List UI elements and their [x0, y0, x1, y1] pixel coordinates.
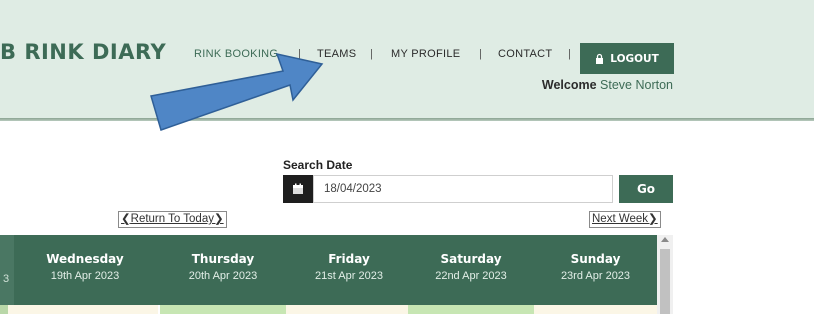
- day-name: Wednesday: [46, 252, 124, 266]
- day-date: 20th Apr 2023: [188, 270, 258, 282]
- day-column-partial: 3: [0, 235, 14, 305]
- nav-item-teams[interactable]: TEAMS: [317, 47, 356, 61]
- lock-icon: [596, 53, 604, 64]
- scrollbar-thumb[interactable]: [660, 249, 670, 314]
- logout-label: LOGOUT: [610, 52, 659, 65]
- day-date: 22nd Apr 2023: [435, 270, 507, 282]
- nav-label[interactable]: MY PROFILE: [391, 48, 460, 60]
- booking-cell[interactable]: [8, 305, 158, 314]
- day-column: Sunday 23rd Apr 2023: [534, 235, 657, 305]
- day-name: Sunday: [570, 252, 621, 266]
- site-header: B RINK DIARY RINK BOOKING | TEAMS | MY P…: [0, 0, 814, 118]
- day-date: 21st Apr 2023: [315, 270, 383, 282]
- day-column: Wednesday 19th Apr 2023: [14, 235, 156, 305]
- nav-item-contact[interactable]: CONTACT: [498, 47, 552, 61]
- nav-label[interactable]: TEAMS: [317, 48, 356, 60]
- booking-cell[interactable]: [408, 305, 534, 314]
- day-name: Saturday: [440, 252, 502, 266]
- chevron-right-icon: ❯: [213, 213, 224, 225]
- user-name[interactable]: Steve Norton: [600, 78, 673, 92]
- day-date: 19th Apr 2023: [50, 270, 120, 282]
- chevron-right-icon: ❯: [648, 213, 658, 225]
- logout-button[interactable]: LOGOUT: [580, 43, 674, 74]
- nav-label[interactable]: CONTACT: [498, 48, 552, 60]
- return-to-today-link[interactable]: ❮Return To Today❯: [118, 211, 227, 228]
- search-date-label: Search Date: [283, 158, 353, 172]
- booking-cell[interactable]: [160, 305, 286, 314]
- day-name: Friday: [328, 252, 370, 266]
- calendar-icon: [293, 183, 303, 194]
- header-divider: [0, 118, 814, 121]
- nav-separator-1: |: [298, 48, 302, 60]
- next-week-link[interactable]: Next Week❯: [589, 211, 661, 228]
- calendar-button[interactable]: [283, 175, 313, 203]
- week-grid-header: 3 Wednesday 19th Apr 2023 Thursday 20th …: [0, 235, 657, 305]
- day-date: 23rd Apr 2023: [560, 270, 631, 282]
- welcome-message: Welcome Steve Norton: [541, 78, 673, 92]
- brand-logo[interactable]: B RINK DIARY: [0, 40, 166, 64]
- nav-item-my-profile[interactable]: MY PROFILE: [391, 47, 460, 61]
- nav-label[interactable]: RINK BOOKING: [194, 48, 278, 60]
- chevron-left-icon: ❮: [121, 213, 131, 225]
- day-column: Thursday 20th Apr 2023: [160, 235, 286, 305]
- day-column: Friday 21st Apr 2023: [286, 235, 412, 305]
- nav-separator-2: |: [370, 48, 374, 60]
- day-column: Saturday 22nd Apr 2023: [408, 235, 534, 305]
- booking-cell[interactable]: [0, 305, 8, 314]
- nav-item-rink-booking[interactable]: RINK BOOKING: [194, 47, 278, 61]
- day-name: Thursday: [191, 252, 255, 266]
- booking-cell[interactable]: [286, 305, 408, 314]
- booking-cell[interactable]: [534, 305, 657, 314]
- search-date-input[interactable]: [313, 175, 613, 203]
- go-button[interactable]: Go: [619, 175, 673, 203]
- nav-separator-3: |: [479, 48, 483, 60]
- vertical-scrollbar[interactable]: [657, 235, 673, 314]
- scroll-up-icon[interactable]: [661, 237, 669, 242]
